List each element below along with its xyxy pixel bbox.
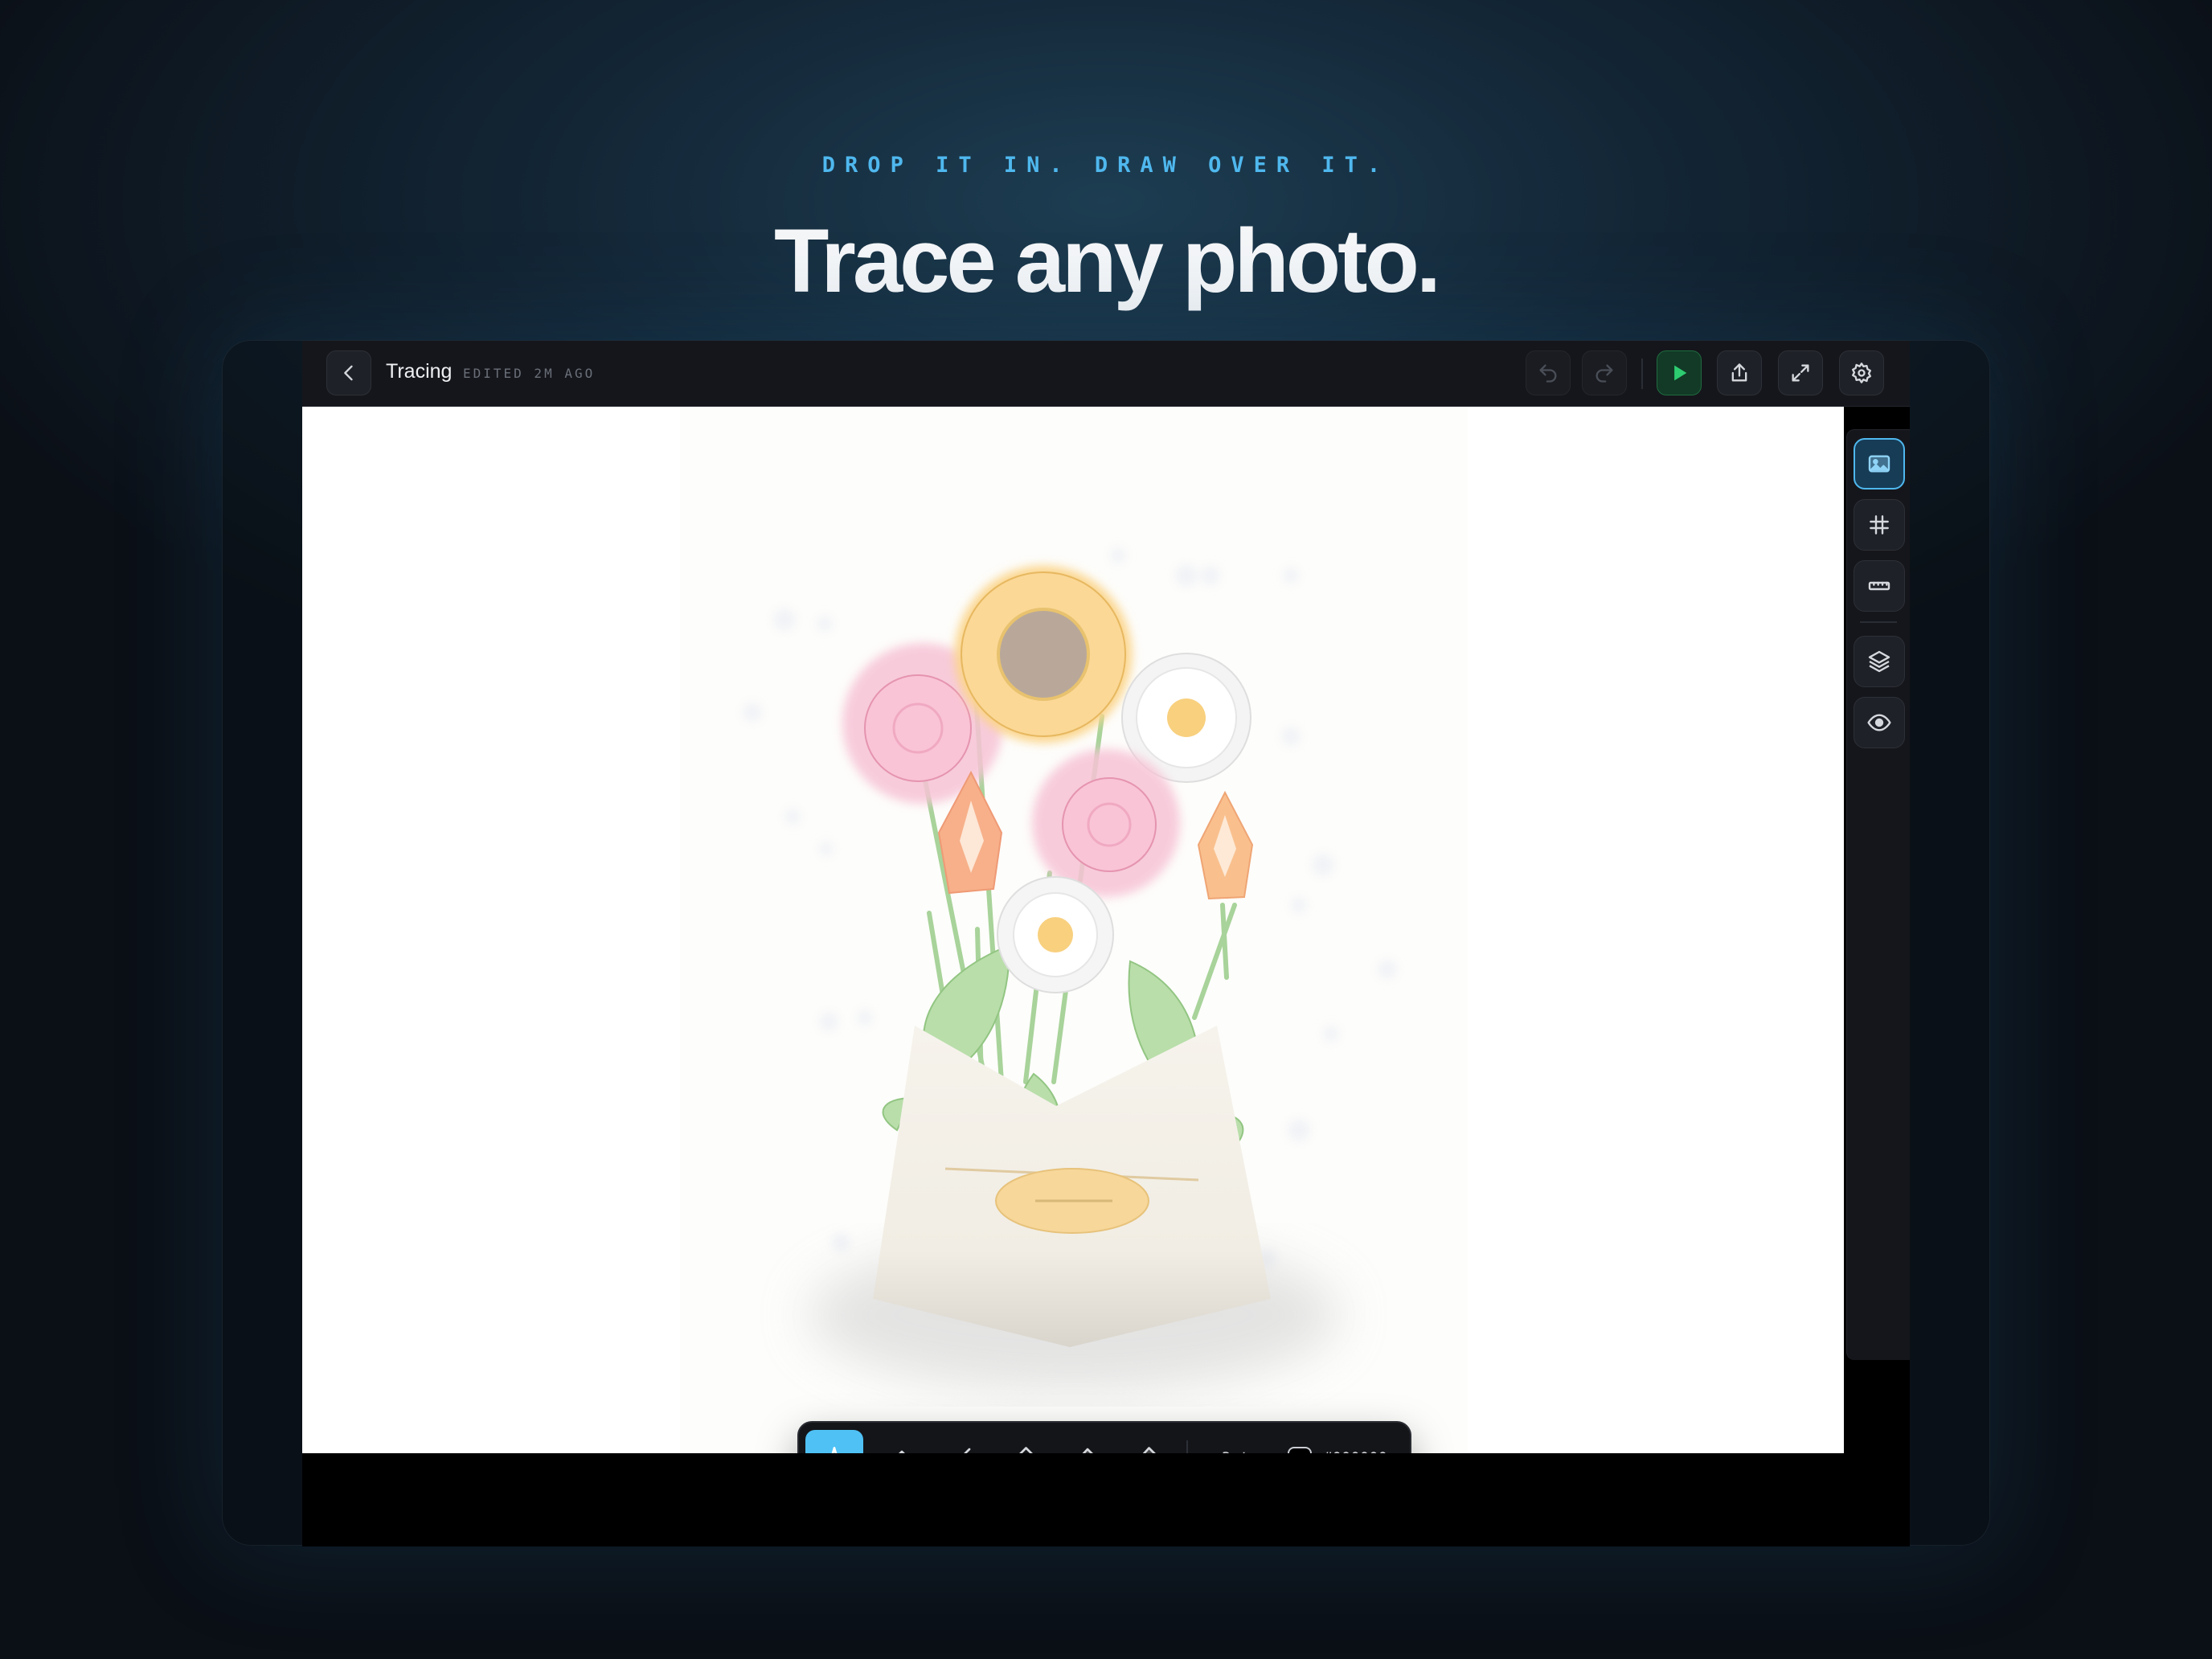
app-window: Tracing EDITED 2M AGO [302,341,1910,1546]
size-dot-icon: • [1206,1451,1212,1453]
redo-button[interactable] [1582,350,1627,395]
settings-button[interactable] [1839,350,1884,395]
undo-icon [1539,364,1557,383]
gear-icon [1851,363,1872,383]
reference-photo [680,407,1468,1453]
eraser-tool-button[interactable] [1056,1430,1114,1453]
drawing-canvas[interactable]: • 3pt #000000 [302,407,1844,1453]
headline: Trace any photo. [774,211,1441,311]
partial-eraser-tool-button[interactable] [1119,1430,1177,1453]
pencil-tool-button[interactable] [868,1430,926,1453]
side-panel [1846,429,1910,1360]
eyebrow-text: DROP IT IN. DRAW OVER IT. [821,153,1391,178]
reference-image-button[interactable] [1854,438,1905,490]
grid-button[interactable] [1854,499,1905,551]
layers-icon [1868,650,1890,673]
back-button[interactable] [326,350,371,395]
layers-button[interactable] [1854,636,1905,687]
chevron-left-icon [344,365,353,381]
fullscreen-button[interactable] [1778,350,1823,395]
undo-button[interactable] [1526,350,1571,395]
play-button[interactable] [1657,350,1702,395]
color-hex-value[interactable]: #000000 [1323,1449,1387,1453]
marker-icon [1019,1447,1033,1453]
stroke-size-value: 3pt [1222,1449,1249,1453]
toolbar-divider [1186,1440,1188,1453]
eraser-icon [1082,1448,1093,1453]
play-icon [1674,365,1687,381]
color-swatch[interactable] [1288,1447,1312,1453]
pen-tool-button[interactable] [805,1430,863,1453]
panel-divider [1860,621,1897,623]
grid-icon [1870,515,1889,535]
partial-eraser-icon [1142,1447,1156,1453]
redo-icon [1596,364,1613,383]
pen-tool-icon [831,1447,838,1453]
image-icon [1868,455,1890,473]
share-button[interactable] [1717,350,1762,395]
ruler-icon [1868,581,1890,591]
brush-icon [964,1448,971,1453]
pencil-icon [899,1450,905,1453]
brush-tool-button[interactable] [931,1430,989,1453]
topbar-divider [1641,358,1643,389]
eye-icon [1867,714,1891,731]
top-bar: Tracing EDITED 2M AGO [302,341,1910,407]
visibility-button[interactable] [1854,697,1905,748]
stroke-size-button[interactable]: • 3pt [1206,1449,1249,1453]
share-icon [1731,363,1747,382]
document-title[interactable]: Tracing [386,360,452,383]
edited-timestamp: EDITED 2M AGO [463,366,596,381]
marker-tool-button[interactable] [993,1430,1051,1453]
drawing-toolbar: • 3pt #000000 [797,1421,1411,1453]
expand-icon [1792,364,1809,382]
ruler-button[interactable] [1854,560,1905,612]
